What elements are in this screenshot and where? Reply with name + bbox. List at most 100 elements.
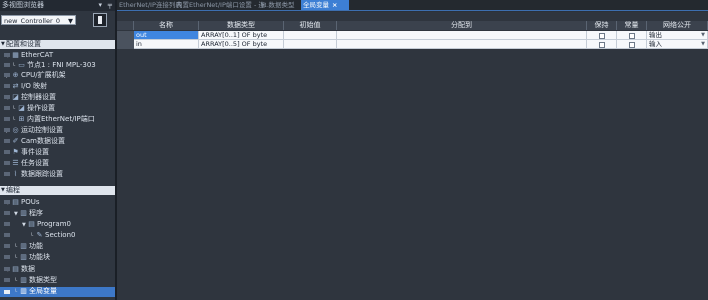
pin-icon[interactable]: ╤ <box>108 0 112 11</box>
close-tab-icon[interactable]: × <box>332 1 337 9</box>
event-icon: ⚑ <box>12 148 19 156</box>
tree-item-cpu-rack[interactable]: ▶⊕CPU/扩展机架 <box>6 71 66 80</box>
retain-checkbox[interactable] <box>599 32 605 39</box>
header-data-type[interactable]: 数据类型 <box>199 21 284 30</box>
io-map-icon: ⇄ <box>12 82 19 90</box>
tree-item-trace[interactable]: ⌇ 数据跟踪设置 <box>12 170 63 179</box>
constant-checkbox[interactable] <box>629 32 635 39</box>
tree-item-function-block[interactable]: └ ▥ 功能块 <box>14 253 50 262</box>
data-type-tab-icon: ⊟ <box>261 1 267 9</box>
tree-item-operation-settings[interactable]: └ ◪ 操作设置 <box>12 104 55 113</box>
cell-name[interactable]: in <box>134 40 199 49</box>
retain-checkbox[interactable] <box>599 41 605 48</box>
header-network-publish[interactable]: 网络公开 <box>647 21 708 30</box>
tab-label: EtherNet/IP连接列表 <box>119 1 182 9</box>
tree-item-label: 操作设置 <box>27 104 55 112</box>
chevron-down-icon: ▼ <box>701 41 705 47</box>
table-row[interactable]: in ARRAY[0..5] OF byte 输入 ▼ <box>117 40 708 49</box>
tree-item-event[interactable]: ⚑ 事件设置 <box>12 148 49 157</box>
tree-item-label: 数据类型 <box>29 276 57 284</box>
tree-item-ethernet-port[interactable]: └ ⊞ 内置EtherNet/IP端口 <box>12 115 95 124</box>
gutter-marker <box>4 73 10 77</box>
tree-item-global-vars[interactable]: └ ▥ 全局变量 <box>14 287 57 296</box>
table-header: 名称 数据类型 初始值 分配到 保持 常量 网络公开 <box>117 21 708 30</box>
cell-network-publish[interactable]: 输出 ▼ <box>647 31 708 40</box>
cell-constant[interactable] <box>617 31 647 40</box>
tree-item-data-type[interactable]: └ ▥ 数据类型 <box>14 276 57 285</box>
cell-initial-value[interactable] <box>284 31 337 40</box>
tree-item-function[interactable]: └ ▥ 功能 <box>14 242 43 251</box>
cell-constant[interactable] <box>617 40 647 49</box>
cell-retain[interactable] <box>587 31 617 40</box>
multiview-explorer: 多视图浏览器 ▾ ╤ new_Controller_0 ▼ ▼ 配置和设置 ▼▦… <box>0 0 117 300</box>
tree-item-label: I/O 映射 <box>21 82 48 90</box>
tab-label: 数据类型 <box>268 1 295 9</box>
cell-name[interactable]: out <box>134 31 199 40</box>
gutter-marker <box>4 233 10 237</box>
table-row[interactable]: out ARRAY[0..1] OF byte 输出 ▼ <box>117 31 708 40</box>
cell-assign-to[interactable] <box>337 31 587 40</box>
header-rowhead <box>117 21 134 30</box>
config-section-header[interactable]: ▼ 配置和设置 <box>0 40 115 49</box>
tree-item-programs[interactable]: ▼ ▥ 程序 <box>14 209 43 218</box>
global-var-icon: ▥ <box>20 287 27 295</box>
tree-item-label: 数据跟踪设置 <box>21 170 63 178</box>
tree-item-task[interactable]: ☰ 任务设置 <box>12 159 49 168</box>
explorer-menu-icon[interactable]: ▾ <box>98 0 102 11</box>
data-icon: ▤ <box>12 265 19 273</box>
row-header[interactable] <box>117 40 134 49</box>
tree-item-ethercat[interactable]: ▼▦EtherCAT <box>6 51 53 60</box>
controller-settings-icon: ◪ <box>12 93 19 101</box>
tree-item-program0[interactable]: ▼ ▤ Program0 <box>22 220 71 229</box>
program-folder-icon: ▥ <box>20 209 27 217</box>
cell-initial-value[interactable] <box>284 40 337 49</box>
tree-item-data[interactable]: ▼▤数据 <box>6 265 35 274</box>
tree-item-pous[interactable]: ▼▤POUs <box>6 198 40 207</box>
gutter-marker <box>4 172 10 176</box>
controller-device-icon[interactable] <box>93 13 107 27</box>
tab-data-types[interactable]: ⊟ 数据类型 <box>259 0 297 10</box>
constant-checkbox[interactable] <box>629 41 635 48</box>
gutter-marker <box>4 53 10 57</box>
header-retain[interactable]: 保持 <box>587 21 617 30</box>
gutter-marker <box>4 150 10 154</box>
cell-assign-to[interactable] <box>337 40 587 49</box>
function-block-icon: ▥ <box>20 253 27 261</box>
program-section-header[interactable]: ▼ 编程 <box>0 186 115 195</box>
tree-item-node1[interactable]: └ ▭ 节点1 : FNI MPL-303 <box>12 61 96 70</box>
tree-item-label: 功能块 <box>29 253 50 261</box>
tree-item-controller-settings[interactable]: ▼◪控制器设置 <box>6 93 56 102</box>
network-publish-value: 输出 <box>649 31 662 39</box>
header-assign-to[interactable]: 分配到 <box>337 21 587 30</box>
chevron-down-icon: ▼ <box>701 32 705 38</box>
tree-item-motion[interactable]: ▶◎运动控制设置 <box>6 126 63 135</box>
tab-global-variables[interactable]: 全局变量 × <box>301 0 349 10</box>
tree-item-section0[interactable]: └ ✎ Section0 <box>30 231 75 240</box>
header-constant[interactable]: 常量 <box>617 21 647 30</box>
gutter-marker <box>4 161 10 165</box>
tab-label: 内置EtherNet/IP端口设置 - 连... <box>176 1 272 9</box>
header-name[interactable]: 名称 <box>134 21 199 30</box>
tree-item-io-map[interactable]: ⇄ I/O 映射 <box>12 82 48 91</box>
cell-network-publish[interactable]: 输入 ▼ <box>647 40 708 49</box>
gutter-marker <box>4 128 10 132</box>
tree-item-label: Program0 <box>37 220 71 228</box>
editor-tab-strip: EtherNet/IP连接列表 内置EtherNet/IP端口设置 - 连...… <box>117 0 708 11</box>
network-publish-value: 输入 <box>649 40 662 48</box>
controller-select[interactable]: new_Controller_0 ▼ <box>1 15 76 25</box>
cell-data-type[interactable]: ARRAY[0..1] OF byte <box>199 31 284 40</box>
cell-retain[interactable] <box>587 40 617 49</box>
header-initial-value[interactable]: 初始值 <box>284 21 337 30</box>
gutter-marker <box>4 211 10 215</box>
section-icon: ✎ <box>36 231 43 239</box>
row-header[interactable] <box>117 31 134 40</box>
gutter-marker <box>4 84 10 88</box>
tree-item-label: 程序 <box>29 209 43 217</box>
tree-item-label: 任务设置 <box>21 159 49 167</box>
gutter-marker <box>4 290 10 294</box>
cam-icon: ✐ <box>12 137 19 145</box>
tree-item-cam[interactable]: ✐ Cam数据设置 <box>12 137 65 146</box>
cell-data-type[interactable]: ARRAY[0..5] OF byte <box>199 40 284 49</box>
tree-item-label: Cam数据设置 <box>21 137 65 145</box>
gutter-marker <box>4 139 10 143</box>
